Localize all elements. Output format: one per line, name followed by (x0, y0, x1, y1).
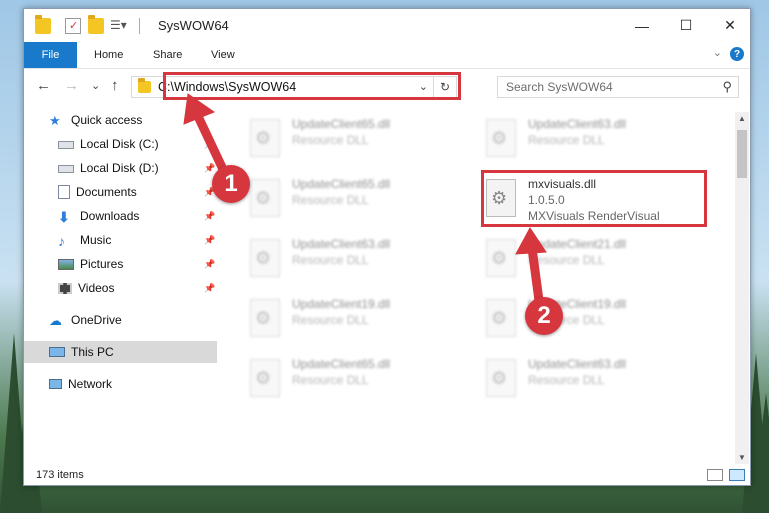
arrow-2-head (515, 227, 547, 255)
step-1-badge: 1 (212, 165, 250, 203)
step-2-badge: 2 (525, 297, 563, 335)
annotation-arrows (183, 93, 547, 309)
